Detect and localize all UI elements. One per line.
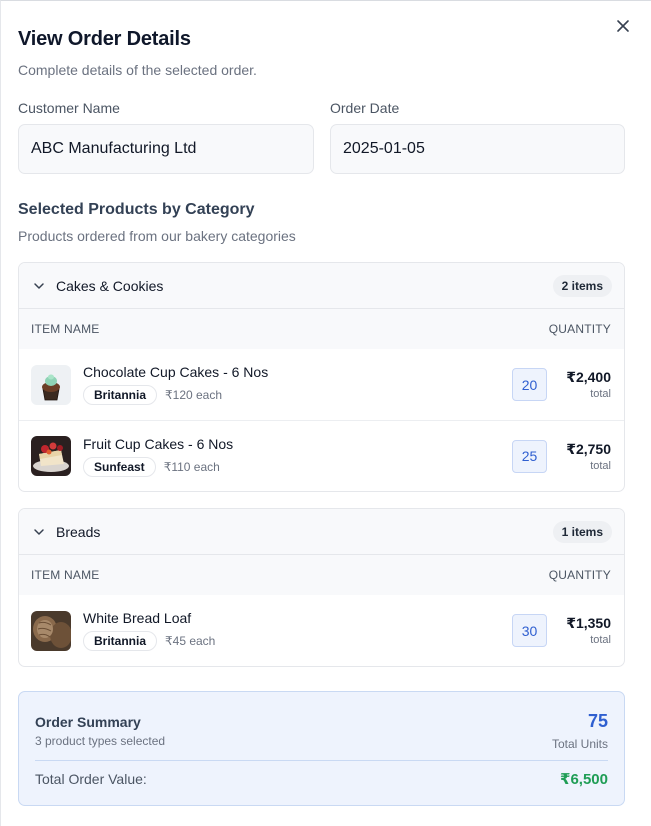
order-date-field[interactable]: 2025-01-05 <box>330 124 625 174</box>
item-name-header: ITEM NAME <box>31 322 100 336</box>
quantity-header: QUANTITY <box>548 322 611 336</box>
product-name: Fruit Cup Cakes - 6 Nos <box>83 435 234 452</box>
total-order-value: ₹6,500 <box>560 771 608 788</box>
line-total-label: total <box>590 388 611 400</box>
unit-price: ₹120 each <box>165 388 223 402</box>
products-section-title: Selected Products by Category <box>18 201 255 218</box>
order-date-label: Order Date <box>330 100 400 116</box>
column-header: ITEM NAME QUANTITY <box>19 555 624 595</box>
total-units-label: Total Units <box>551 737 608 751</box>
line-total-label: total <box>590 459 611 472</box>
total-order-value-label: Total Order Value: <box>35 771 147 787</box>
category-name: Breads <box>56 523 101 540</box>
column-header: ITEM NAME QUANTITY <box>19 309 624 349</box>
product-name: White Bread Loaf <box>83 610 192 626</box>
quantity-value[interactable]: 20 <box>512 368 547 401</box>
category-header[interactable]: Breads 1 items <box>19 509 624 555</box>
product-row: Fruit Cup Cakes - 6 Nos Sunfeast ₹110 ea… <box>19 420 624 491</box>
product-row: White Bread Loaf Britannia ₹45 each 30 ₹… <box>19 595 624 666</box>
category-breads: Breads 1 items ITEM NAME QUANTITY White … <box>18 508 625 667</box>
item-name-header: ITEM NAME <box>31 568 100 582</box>
summary-subtitle: 3 product types selected <box>35 734 166 748</box>
quantity-value[interactable]: 30 <box>512 614 547 647</box>
category-header[interactable]: Cakes & Cookies 2 items <box>19 263 624 309</box>
category-cakes-cookies: Cakes & Cookies 2 items ITEM NAME QUANTI… <box>18 262 625 492</box>
products-section-subtitle: Products ordered from our bakery categor… <box>18 228 296 244</box>
chevron-down-icon <box>34 528 44 535</box>
close-icon[interactable] <box>614 17 632 35</box>
order-details-dialog: View Order Details Complete details of t… <box>0 0 651 826</box>
line-total: ₹2,400 <box>566 369 611 385</box>
product-thumbnail <box>31 364 71 405</box>
dialog-title: View Order Details <box>18 28 191 50</box>
customer-name-field[interactable]: ABC Manufacturing Ltd <box>18 124 314 174</box>
dialog-subtitle: Complete details of the selected order. <box>18 62 257 78</box>
summary-title: Order Summary <box>35 714 141 730</box>
line-total: ₹2,750 <box>566 440 611 457</box>
summary-divider <box>35 760 608 761</box>
unit-price: ₹110 each <box>163 459 220 474</box>
line-total: ₹1,350 <box>566 615 611 631</box>
quantity-value[interactable]: 25 <box>512 439 547 473</box>
item-count-badge: 2 items <box>552 274 612 297</box>
product-row: Chocolate Cup Cakes - 6 Nos Britannia ₹1… <box>19 349 624 420</box>
category-name: Cakes & Cookies <box>56 277 164 294</box>
product-thumbnail <box>31 436 71 476</box>
chevron-down-icon <box>34 282 44 289</box>
line-total-label: total <box>590 634 611 646</box>
product-thumbnail <box>31 610 71 651</box>
order-summary-card: Order Summary 3 product types selected 7… <box>18 691 625 806</box>
brand-badge: Sunfeast <box>83 456 156 477</box>
unit-price: ₹45 each <box>165 634 216 648</box>
product-name: Chocolate Cup Cakes - 6 Nos <box>83 364 269 380</box>
customer-name-label: Customer Name <box>18 100 120 116</box>
total-units-value: 75 <box>587 711 608 731</box>
item-count-badge: 1 items <box>552 520 612 543</box>
quantity-header: QUANTITY <box>548 568 611 582</box>
brand-badge: Britannia <box>83 631 158 651</box>
brand-badge: Britannia <box>83 385 158 405</box>
